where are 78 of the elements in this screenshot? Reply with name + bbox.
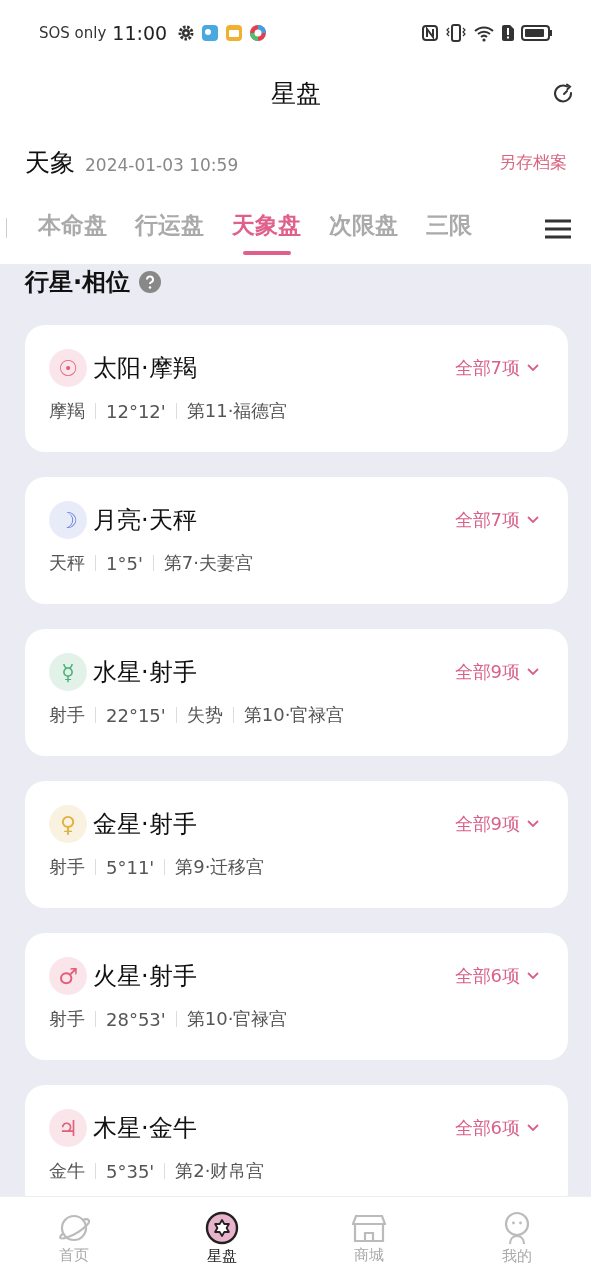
planet-detail: 5°11' — [106, 856, 155, 878]
expand-button[interactable]: 全部9项 — [454, 660, 540, 684]
carrier-text: SOS only — [39, 24, 107, 42]
planet-detail: 22°15' — [106, 704, 166, 726]
help-icon[interactable] — [138, 270, 163, 294]
planet-detail: 第2·财帛宫 — [175, 1159, 265, 1183]
chevron-icon — [526, 363, 540, 373]
chart-tab[interactable]: 本命盘 — [38, 210, 107, 255]
shop-icon — [352, 1212, 387, 1244]
chevron-icon — [526, 667, 540, 677]
planet-card[interactable]: ☿ 水星·射手 全部9项 射手 22°15' 失势 第10·官禄宫 — [25, 629, 568, 756]
planet-symbol: ☽ — [49, 501, 87, 539]
planet-title: 木星·金牛 — [93, 1113, 197, 1144]
wifi-icon — [473, 24, 495, 42]
planet-title: 太阳·摩羯 — [93, 353, 197, 384]
section-title: 行星·相位 — [25, 267, 131, 298]
planet-title: 金星·射手 — [93, 809, 197, 840]
expand-button[interactable]: 全部7项 — [454, 508, 540, 532]
planet-symbol: ♀ — [49, 805, 87, 843]
nav-tab[interactable]: 商城 — [295, 1197, 444, 1280]
planet-detail: 1°5' — [106, 552, 143, 574]
chevron-icon — [526, 971, 540, 981]
planet-card[interactable]: ♃ 木星·金牛 全部6项 金牛 5°35' 第2·财帛宫 — [25, 1085, 568, 1196]
planet-card[interactable]: ♂ 火星·射手 全部6项 射手 28°53' 第10·官禄宫 — [25, 933, 568, 1060]
sim-icon — [501, 24, 515, 42]
planet-detail: 射手 — [49, 703, 85, 727]
planet-detail: 第7·夫妻宫 — [163, 551, 254, 575]
nav-tab[interactable]: 首页 — [0, 1197, 148, 1280]
nav-tab[interactable]: 我的 — [443, 1197, 591, 1280]
nav-tab[interactable]: 星盘 — [147, 1197, 296, 1280]
planet-symbol: ♃ — [49, 1109, 87, 1147]
chart-tab[interactable]: 行运盘 — [135, 210, 204, 255]
planet-detail: 第10·官禄宫 — [243, 703, 345, 727]
gear-icon — [177, 24, 196, 42]
app-icon — [225, 24, 244, 42]
planet-title: 火星·射手 — [93, 961, 197, 992]
chart-tab[interactable]: 天象盘 — [232, 210, 301, 255]
planet-card[interactable]: ☉ 太阳·摩羯 全部7项 摩羯 12°12' 第11·福德宫 — [25, 325, 568, 452]
expand-button[interactable]: 全部6项 — [454, 964, 540, 988]
planet-symbol: ♂ — [49, 957, 87, 995]
planet-symbol: ☉ — [49, 349, 87, 387]
planet-detail: 射手 — [49, 855, 85, 879]
app-icon — [201, 24, 220, 42]
clock: 11:00 — [112, 22, 168, 44]
chart-tab[interactable]: 次限盘 — [329, 210, 398, 255]
chevron-icon — [526, 819, 540, 829]
chart-datetime: 2024-01-03 10:59 — [85, 155, 239, 175]
planet-title: 水星·射手 — [93, 657, 197, 688]
app-icon — [249, 24, 268, 42]
planet-detail: 射手 — [49, 1007, 85, 1031]
planet-detail: 金牛 — [49, 1159, 85, 1183]
planet-detail: 第9·迁移宫 — [175, 855, 265, 879]
chevron-icon — [526, 1123, 540, 1133]
chart-tab[interactable]: 三限 — [426, 210, 472, 255]
chevron-icon — [526, 515, 540, 525]
planet-detail: 失势 — [186, 703, 223, 727]
page-title: 星盘 — [270, 77, 321, 110]
star-disc-icon — [204, 1211, 239, 1245]
planet-card[interactable]: ☽ 月亮·天秤 全部7项 天秤 1°5' 第7·夫妻宫 — [25, 477, 568, 604]
planet-detail: 天秤 — [49, 551, 85, 575]
expand-button[interactable]: 全部6项 — [454, 1116, 540, 1140]
expand-button[interactable]: 全部7项 — [454, 356, 540, 380]
planet-detail: 12°12' — [106, 400, 166, 422]
planet-detail: 5°35' — [106, 1160, 155, 1182]
planet-title: 月亮·天秤 — [93, 505, 197, 536]
planet-card[interactable]: ♀ 金星·射手 全部9项 射手 5°11' 第9·迁移宫 — [25, 781, 568, 908]
planet-detail: 摩羯 — [49, 399, 85, 423]
chart-name: 天象 — [25, 146, 75, 179]
expand-button[interactable]: 全部9项 — [454, 812, 540, 836]
planet-detail: 第11·福德宫 — [186, 399, 288, 423]
vibrate-icon — [445, 24, 467, 42]
planet-symbol: ☿ — [49, 653, 87, 691]
menu-icon[interactable] — [543, 218, 573, 240]
planet-detail: 28°53' — [106, 1008, 166, 1030]
nfc-icon — [421, 24, 439, 42]
planet-detail: 第10·官禄宫 — [186, 1007, 288, 1031]
battery-icon — [521, 24, 553, 42]
save-archive-link[interactable]: 另存档案 — [499, 150, 567, 174]
